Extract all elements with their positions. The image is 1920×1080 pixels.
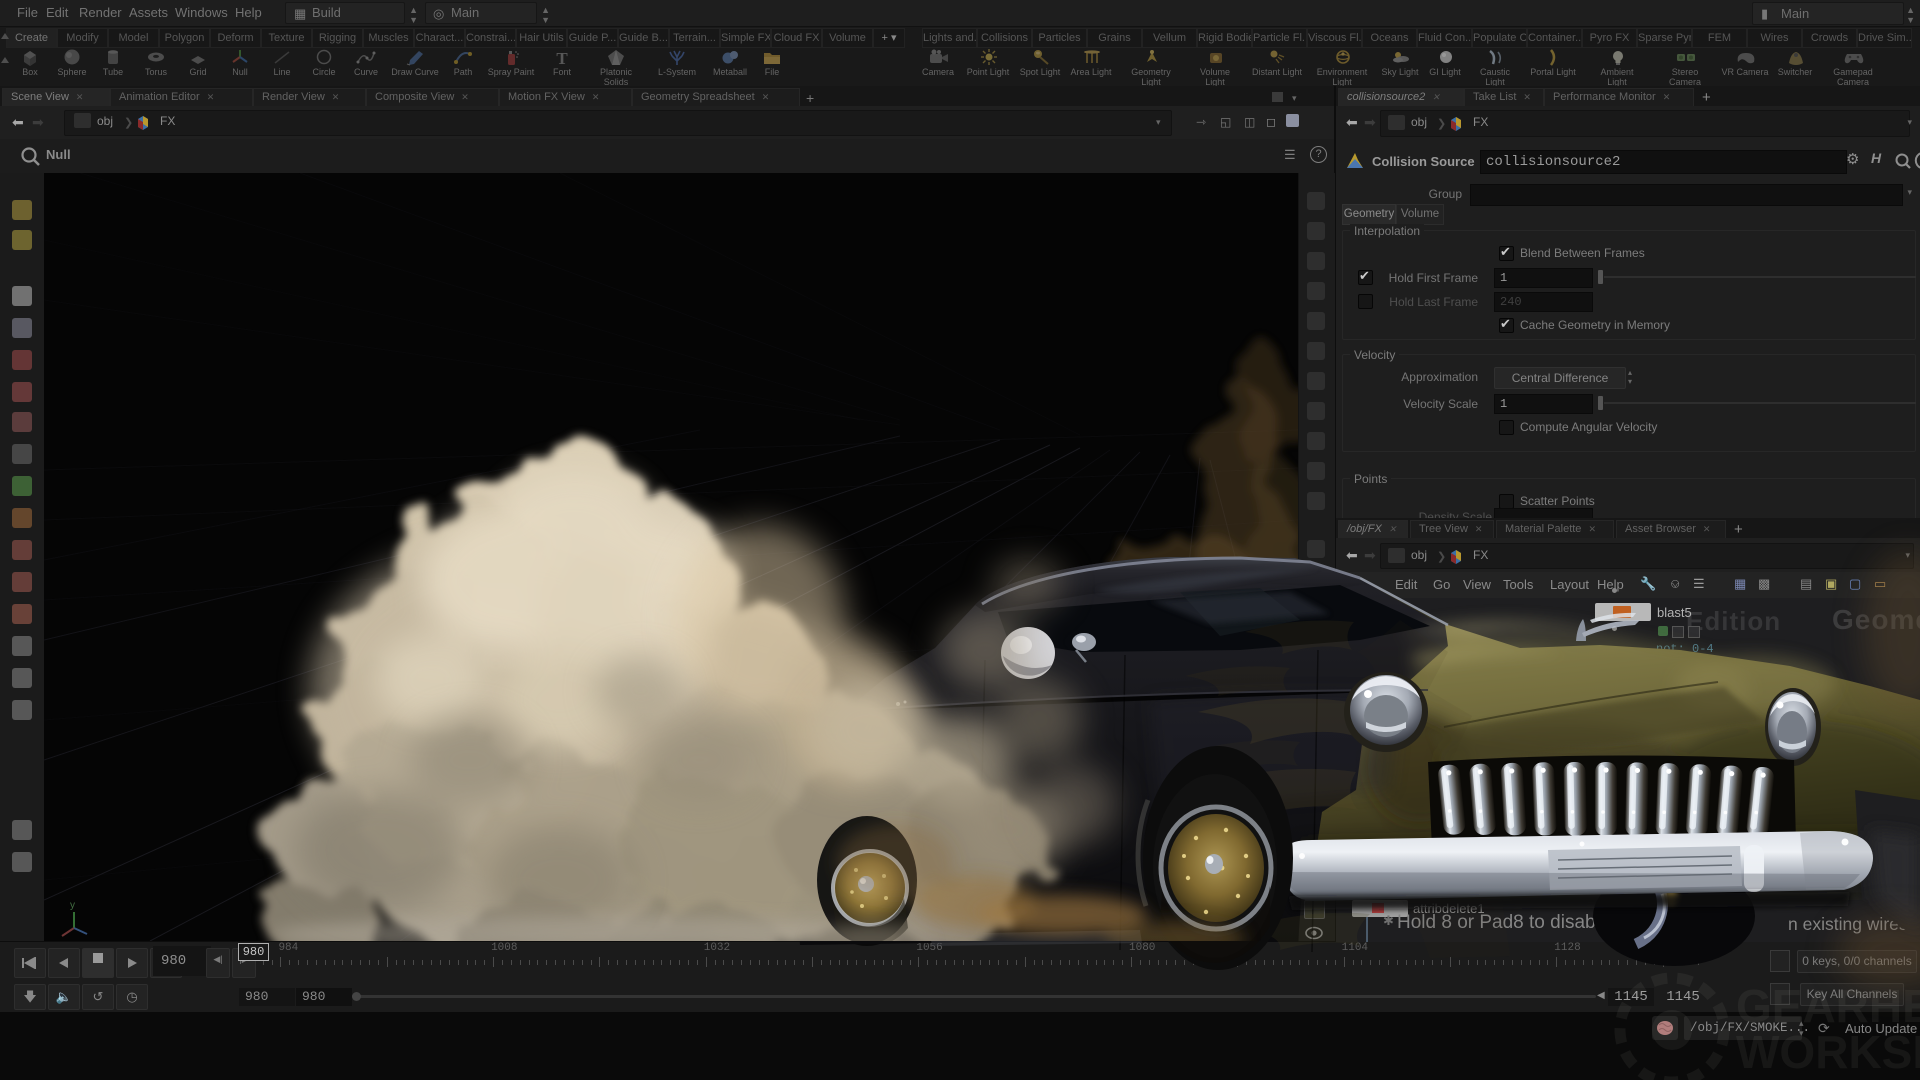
svg-text:T: T [556, 49, 568, 66]
